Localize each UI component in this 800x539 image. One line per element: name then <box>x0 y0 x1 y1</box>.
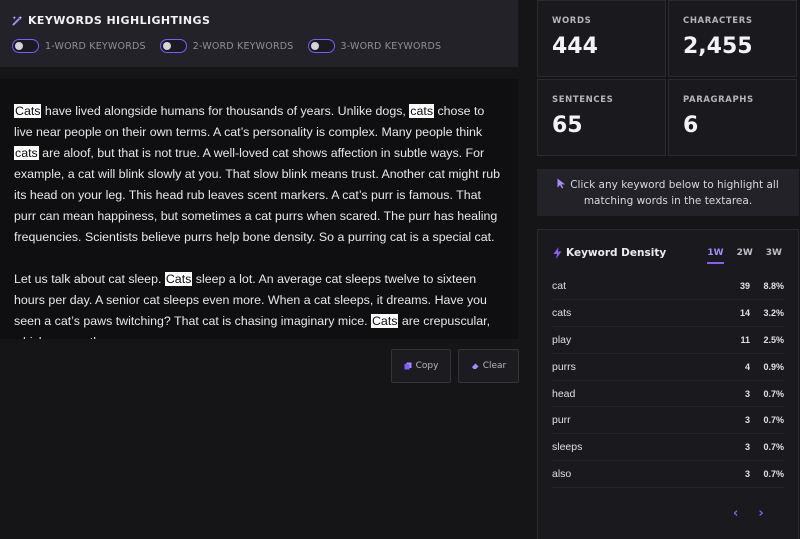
highlighted-keyword: cats <box>14 146 39 160</box>
stat-label: WORDS <box>552 16 592 26</box>
magic-wand-icon <box>12 15 23 26</box>
toggle-label: 1-WORD KEYWORDS <box>45 40 146 52</box>
toggle-1-word[interactable]: 1-WORD KEYWORDS <box>12 39 146 53</box>
editor-paragraph: Let us talk about cat sleep. Cats sleep … <box>14 269 504 339</box>
copy-button[interactable]: Copy <box>391 349 451 383</box>
keyword-label: sleeps <box>552 441 583 454</box>
keyword-row[interactable]: play 11 2.5% <box>552 327 784 354</box>
density-table: cat 39 8.8% cats 14 3.2% play 11 2.5% purrs 4 0.9% h… <box>552 273 784 489</box>
keyword-percent: 0.7% <box>763 388 784 399</box>
density-tabs: 1W 2W 3W <box>707 248 782 264</box>
text-segment: are aloof, but that is not true. A well-… <box>14 146 500 244</box>
keyword-percent: 0.7% <box>763 415 784 426</box>
highlight-title-text: KEYWORDS HIGHLIGHTINGS <box>28 14 211 27</box>
highlighted-keyword: Cats <box>14 104 42 118</box>
keyword-row[interactable]: sleeps 3 0.7% <box>552 434 784 462</box>
keyword-highlight-bar: KEYWORDS HIGHLIGHTINGS 1-WORD KEYWORDS 2… <box>0 0 518 67</box>
highlighted-keyword: Cats <box>370 314 399 328</box>
text-segment: Let us talk about cat sleep. <box>14 272 165 286</box>
keyword-label: also <box>552 468 572 481</box>
keyword-percent: 0.9% <box>763 361 784 372</box>
keyword-count: 14 <box>739 307 750 318</box>
keyword-count: 3 <box>744 442 750 453</box>
keyword-label: cats <box>552 306 572 319</box>
keyword-label: purr <box>552 414 571 427</box>
eraser-icon <box>471 363 479 369</box>
lightning-icon <box>553 247 562 259</box>
keyword-row[interactable]: cats 14 3.2% <box>552 300 784 327</box>
density-title: Keyword Density <box>553 247 666 259</box>
toggle-knob <box>310 41 319 50</box>
stat-value: 444 <box>552 34 598 59</box>
keyword-count: 3 <box>744 388 750 399</box>
hint-text: Click any keyword below to highlight all… <box>570 179 779 207</box>
toggle-label: 3-WORD KEYWORDS <box>340 40 442 52</box>
keyword-percent: 0.7% <box>763 469 784 480</box>
toggle-knob <box>162 41 171 50</box>
keyword-count: 39 <box>739 280 750 291</box>
keyword-percent: 8.8% <box>763 280 784 291</box>
sentences-stat: SENTENCES 65 <box>537 79 666 156</box>
keyword-row[interactable]: head 3 0.7% <box>552 381 784 408</box>
stat-label: SENTENCES <box>552 95 614 105</box>
keyword-density-panel: Keyword Density 1W 2W 3W cat 39 8.8% cats 14 3.… <box>537 229 799 539</box>
toggle-2-word[interactable]: 2-WORD KEYWORDS <box>159 39 294 53</box>
keyword-row[interactable]: also 3 0.7% <box>552 461 784 489</box>
characters-stat: CHARACTERS 2,455 <box>668 0 797 77</box>
toggle-switch[interactable] <box>12 39 39 53</box>
keyword-label: cat <box>552 279 567 292</box>
keyword-row[interactable]: purrs 4 0.9% <box>552 354 784 381</box>
clear-button[interactable]: Clear <box>458 349 519 383</box>
highlighted-keyword: cats <box>409 104 435 118</box>
text-editor[interactable]: Cats have lived alongside humans for tho… <box>0 79 518 339</box>
stat-value: 6 <box>683 113 699 138</box>
words-stat: WORDS 444 <box>537 0 666 77</box>
density-pager: ‹ › <box>733 506 764 521</box>
stat-label: CHARACTERS <box>683 16 753 26</box>
highlight-title: KEYWORDS HIGHLIGHTINGS <box>12 14 210 27</box>
highlight-toggles: 1-WORD KEYWORDS 2-WORD KEYWORDS 3-WORD K… <box>12 39 455 53</box>
tab-3w[interactable]: 3W <box>766 248 782 264</box>
keyword-label: head <box>552 387 576 400</box>
stat-value: 65 <box>552 113 583 138</box>
stat-value: 2,455 <box>683 34 753 59</box>
keyword-label: play <box>552 333 572 346</box>
toggle-label: 2-WORD KEYWORDS <box>192 40 294 52</box>
toggle-switch[interactable] <box>307 39 335 53</box>
copy-label: Copy <box>415 361 439 371</box>
keyword-count: 4 <box>744 361 750 372</box>
tab-1w[interactable]: 1W <box>707 248 724 264</box>
keyword-percent: 0.7% <box>763 442 784 453</box>
keyword-percent: 2.5% <box>763 334 784 345</box>
toggle-knob <box>15 41 23 50</box>
keyword-count: 3 <box>744 415 750 426</box>
toggle-3-word[interactable]: 3-WORD KEYWORDS <box>307 39 442 53</box>
text-segment: have lived alongside humans for thousand… <box>41 104 410 118</box>
keyword-row[interactable]: cat 39 8.8% <box>552 273 784 300</box>
stat-label: PARAGRAPHS <box>683 95 754 105</box>
clear-label: Clear <box>482 361 507 371</box>
paragraphs-stat: PARAGRAPHS 6 <box>668 79 797 156</box>
next-page-button[interactable]: › <box>758 506 763 521</box>
toggle-switch[interactable] <box>159 39 187 53</box>
prev-page-button[interactable]: ‹ <box>733 506 738 521</box>
keyword-percent: 3.2% <box>763 307 784 318</box>
keyword-row[interactable]: purr 3 0.7% <box>552 407 784 435</box>
keyword-count: 3 <box>744 469 750 480</box>
keyword-label: purrs <box>552 360 576 373</box>
cursor-icon <box>557 178 566 189</box>
keyword-count: 11 <box>740 334 750 345</box>
highlighted-keyword: Cats <box>164 272 193 286</box>
tab-2w[interactable]: 2W <box>737 248 753 264</box>
editor-paragraph: Cats have lived alongside humans for tho… <box>14 101 504 248</box>
copy-icon <box>404 362 412 370</box>
density-title-text: Keyword Density <box>566 247 667 259</box>
keyword-hint: Click any keyword below to highlight all… <box>537 169 799 216</box>
